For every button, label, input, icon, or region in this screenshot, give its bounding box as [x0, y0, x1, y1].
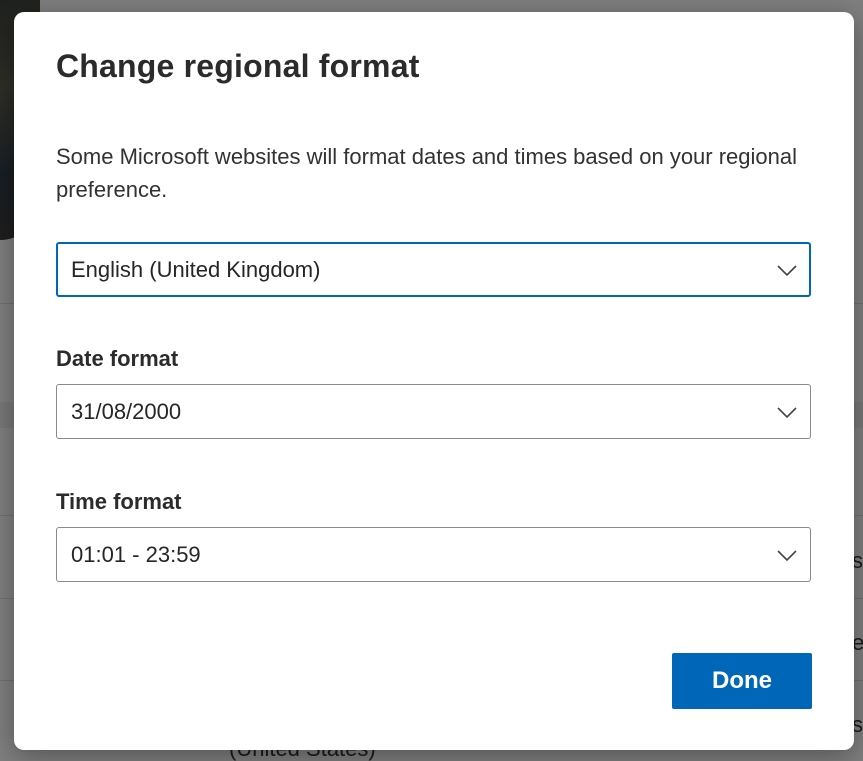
date-format-select[interactable]: 31/08/2000 [56, 384, 811, 439]
chevron-down-icon [777, 265, 797, 277]
date-format-label: Date format [56, 346, 179, 371]
time-format-label: Time format [56, 489, 182, 514]
chevron-down-icon [777, 407, 797, 419]
time-format-value: 01:01 - 23:59 [71, 542, 201, 567]
chevron-down-icon [777, 550, 797, 562]
regional-format-dialog: Change regional format Some Microsoft we… [14, 12, 854, 750]
dialog-title: Change regional format [56, 48, 420, 84]
done-button[interactable]: Done [672, 653, 812, 709]
region-select-value: English (United Kingdom) [71, 257, 321, 282]
date-format-value: 31/08/2000 [71, 399, 182, 424]
dialog-description: Some Microsoft websites will format date… [56, 144, 798, 202]
region-select[interactable]: English (United Kingdom) [56, 242, 811, 297]
time-format-select[interactable]: 01:01 - 23:59 [56, 527, 811, 582]
